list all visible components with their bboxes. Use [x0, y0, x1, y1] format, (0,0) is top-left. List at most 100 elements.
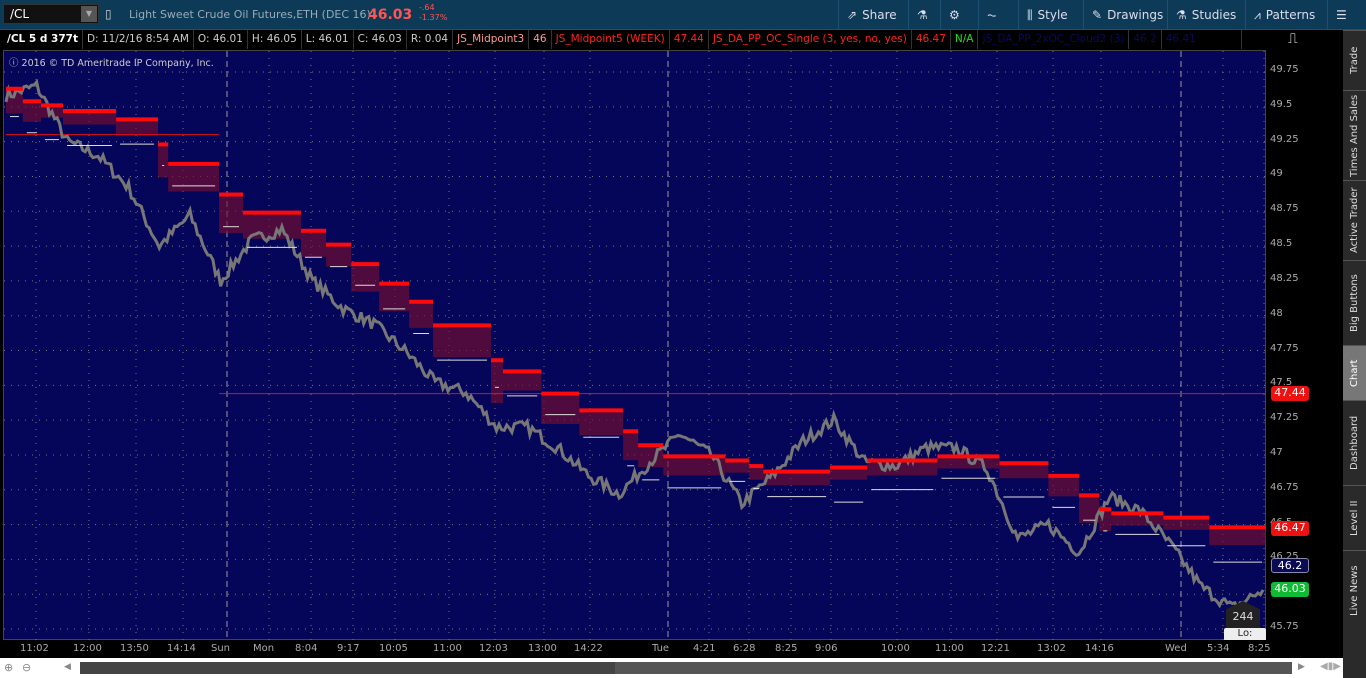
chart-info-bar: /CL 5 d 377t D: 11/2/16 8:54 AM O: 46.01… — [3, 30, 1242, 49]
scrollbar-thumb[interactable] — [615, 662, 1292, 674]
toolbar-label: Share — [862, 8, 897, 22]
x-tick-label: 12:21 — [981, 643, 1010, 654]
study-midpoint5-value: 47.44 — [670, 30, 709, 49]
toolbar-label: Patterns — [1265, 8, 1316, 22]
tab-level-ii[interactable]: Level II — [1343, 485, 1366, 550]
flask-button[interactable]: ⚗ — [908, 0, 936, 30]
flask-icon: ⚗ — [1176, 8, 1187, 22]
expand-icon[interactable]: ◀▮▶ — [1320, 661, 1341, 672]
drawings-button[interactable]: ✎ Drawings — [1083, 0, 1171, 30]
cloud-box — [379, 283, 410, 312]
y-tick-label: 48.25 — [1270, 272, 1299, 284]
tab-dashboard[interactable]: Dashboard — [1343, 400, 1366, 485]
tab-chart[interactable]: Chart — [1343, 345, 1366, 400]
cloud-box — [433, 325, 492, 358]
study-midpoint3-value: 46 — [529, 30, 552, 49]
high-readout: H: 46.05 — [248, 30, 302, 49]
study-pp-oc-single-value: 46.47 — [912, 30, 951, 49]
zoom-in-icon[interactable]: ⊕ — [4, 661, 13, 674]
menu-button[interactable]: ☰ — [1327, 0, 1355, 30]
x-tick-label: 8:25 — [1248, 643, 1271, 654]
cloud-box — [541, 393, 580, 424]
tab-live-news[interactable]: Live News — [1343, 550, 1366, 630]
cloud-box — [999, 463, 1049, 479]
x-tick-label: 14:22 — [574, 643, 603, 654]
tab-big-buttons[interactable]: Big Buttons — [1343, 260, 1366, 345]
zoom-out-icon[interactable]: ⊖ — [22, 661, 31, 674]
y-tick-label: 47.75 — [1270, 342, 1299, 354]
y-tick-label: 48.5 — [1270, 238, 1293, 250]
price-line — [4, 78, 1265, 613]
y-tick-label: 48 — [1270, 307, 1283, 319]
gear-button[interactable]: ⚙ — [940, 0, 968, 30]
cloud-box — [502, 371, 542, 391]
tab-active-trader[interactable]: Active Trader — [1343, 180, 1366, 260]
time-axis[interactable]: 11:02 12:00 13:50 14:14 Sun Mon 8:04 9:17 10:05 1… — [0, 640, 1343, 658]
cloud-box — [22, 101, 41, 122]
share-button[interactable]: ⇗ Share — [838, 0, 905, 30]
tab-trade[interactable]: Trade — [1343, 30, 1366, 90]
study-cloud2-value2: 46.41 — [1162, 30, 1242, 49]
x-tick-label: 10:00 — [881, 643, 910, 654]
cloud-box — [623, 431, 639, 461]
tab-times-and-sales[interactable]: Times And Sales — [1343, 90, 1366, 180]
copyright-notice: ⓘ 2016 © TD Ameritrade IP Company, Inc. — [9, 58, 214, 69]
cloud-box — [409, 301, 434, 328]
symbol-selector[interactable]: /CL ▼ — [3, 4, 99, 24]
symbol-description: Light Sweet Crude Oil Futures,ETH (DEC 1… — [129, 8, 371, 21]
study-midpoint3[interactable]: JS_Midpoint3 — [453, 30, 530, 49]
cloud-box — [1048, 475, 1080, 497]
y-tick-label: 47 — [1270, 446, 1283, 458]
change-value: -.64 — [419, 3, 435, 12]
patterns-icon: ⩘ — [1254, 7, 1261, 22]
price-tag: 46.47 — [1271, 520, 1309, 536]
pulse-button[interactable]: ⏦ — [978, 0, 1005, 30]
y-tick-label: 49.25 — [1270, 133, 1299, 145]
last-price: 46.03 — [368, 7, 413, 23]
price-axis[interactable]: 49.75 49.5 49.25 49 48.75 48.5 48.25 48 47.75 47.… — [1266, 50, 1340, 640]
x-tick-label: 12:00 — [73, 643, 102, 654]
price-tag: 46.03 — [1271, 582, 1309, 597]
x-tick-label: 6:28 — [733, 643, 756, 654]
side-tabs: Trade Times And Sales Active Trader Big But… — [1343, 30, 1366, 678]
candle-icon: ⫼ — [1027, 7, 1033, 22]
y-tick-label: 47.25 — [1270, 412, 1299, 424]
x-tick-label: 13:00 — [528, 643, 557, 654]
link-icon[interactable]: ▯ — [105, 7, 112, 21]
x-tick-label: 13:02 — [1037, 643, 1066, 654]
style-button[interactable]: ⫼ Style — [1018, 0, 1076, 30]
flask-icon: ⚗ — [917, 8, 928, 22]
menu-icon: ☰ — [1336, 8, 1347, 22]
x-tick-label: 13:50 — [120, 643, 149, 654]
x-tick-label: 12:03 — [479, 643, 508, 654]
chevron-down-icon[interactable]: ▼ — [81, 6, 97, 22]
cloud-box — [749, 466, 764, 480]
x-tick-label: Wed — [1165, 643, 1187, 654]
cloud-box — [168, 163, 220, 192]
low-readout: L: 46.01 — [302, 30, 354, 49]
chart-style-icon[interactable]: ⎍ — [1288, 31, 1298, 47]
scrollbar-track[interactable] — [80, 662, 1292, 674]
x-tick-label: Tue — [652, 643, 670, 654]
cloud-box — [491, 360, 503, 404]
y-tick-label: 46.75 — [1270, 481, 1299, 493]
close-readout: C: 46.03 — [354, 30, 407, 49]
patterns-button[interactable]: ⩘ Patterns — [1245, 0, 1323, 30]
chart-scrollbar[interactable]: ⊕ ⊖ ◀ ▶ ◀▮▶ — [0, 658, 1343, 678]
chart-period[interactable]: /CL 5 d 377t — [3, 30, 83, 49]
symbol-value: /CL — [10, 7, 30, 21]
scroll-left-icon[interactable]: ◀ — [64, 662, 71, 672]
pulse-icon: ⏦ — [987, 7, 997, 22]
cloud-box — [300, 230, 327, 257]
y-tick-label: 49 — [1270, 168, 1283, 180]
study-cloud2[interactable]: JS_DA_PP_2xOC_Cloud2 (3) — [978, 30, 1130, 49]
study-midpoint5[interactable]: JS_Midpoint5 (WEEK) — [552, 30, 670, 49]
scroll-right-icon[interactable]: ▶ — [1298, 662, 1305, 672]
open-readout: O: 46.01 — [194, 30, 248, 49]
copyright-text: 2016 © TD Ameritrade IP Company, Inc. — [21, 58, 214, 69]
range-readout: R: 0.04 — [407, 30, 454, 49]
price-chart[interactable]: ⓘ 2016 © TD Ameritrade IP Company, Inc. … — [3, 50, 1267, 650]
cloud-box — [63, 110, 117, 125]
studies-button[interactable]: ⚗ Studies — [1167, 0, 1244, 30]
study-pp-oc-single[interactable]: JS_DA_PP_OC_Single (3, yes, no, yes) — [709, 30, 912, 49]
